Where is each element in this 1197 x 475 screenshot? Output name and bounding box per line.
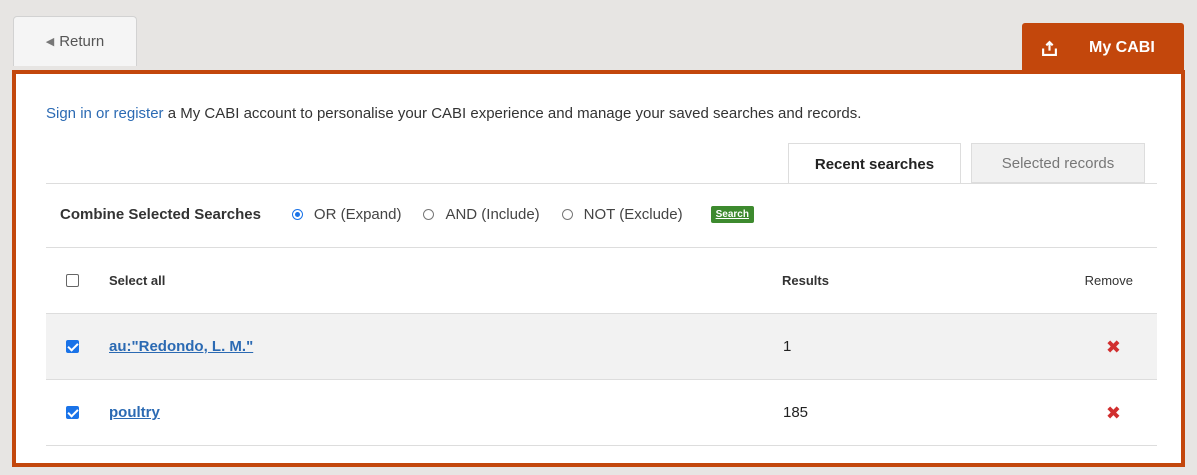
intro-text: Sign in or register a My CABI account to… [46, 105, 861, 122]
combine-search-button[interactable]: Search [710, 205, 754, 223]
radio-label: NOT (Exclude) [583, 205, 683, 223]
tab-selected-records[interactable]: Selected records [971, 143, 1145, 183]
my-cabi-tab[interactable]: My CABI [1022, 23, 1184, 73]
radio-label: OR (Expand) [313, 205, 402, 223]
remove-icon[interactable]: ✖ [1106, 404, 1121, 422]
results-count: 185 [783, 404, 809, 421]
select-all-checkbox[interactable] [66, 274, 79, 287]
return-label: Return [59, 33, 105, 50]
tabs-divider [46, 183, 1157, 184]
results-count: 1 [783, 338, 792, 355]
radio-button-selected[interactable] [291, 208, 303, 220]
table-row: au:"Redondo, L. M." 1 ✖ [46, 313, 1157, 379]
remove-icon[interactable]: ✖ [1106, 338, 1121, 356]
my-cabi-panel: Sign in or register a My CABI account to… [12, 70, 1185, 467]
radio-or-expand[interactable]: OR (Expand) [291, 205, 402, 223]
arrow-left-icon: ◀ [45, 36, 55, 48]
radio-not-exclude[interactable]: NOT (Exclude) [561, 205, 683, 223]
row-checkbox[interactable] [66, 406, 79, 419]
row-checkbox[interactable] [66, 340, 79, 353]
radio-label: AND (Include) [445, 205, 540, 223]
table-header-row: Select all Results Remove [46, 247, 1157, 313]
my-cabi-label: My CABI [1089, 39, 1155, 56]
combine-label: Combine Selected Searches [60, 205, 261, 223]
table-row: poultry 185 ✖ [46, 379, 1157, 445]
combine-searches-row: Combine Selected Searches OR (Expand) AN… [60, 202, 754, 226]
table-bottom-border [46, 445, 1157, 446]
results-header: Results [782, 273, 829, 288]
sign-in-register-link[interactable]: Sign in or register [46, 105, 164, 122]
search-query-link[interactable]: au:"Redondo, L. M." [109, 338, 253, 355]
return-button[interactable]: ◀ Return [13, 16, 137, 66]
export-icon [1042, 40, 1057, 56]
tab-recent-searches[interactable]: Recent searches [788, 143, 961, 184]
intro-message: a My CABI account to personalise your CA… [163, 105, 862, 122]
radio-and-include[interactable]: AND (Include) [423, 205, 540, 223]
select-all-label: Select all [109, 273, 166, 288]
radio-button[interactable] [423, 208, 435, 220]
search-query-link[interactable]: poultry [109, 404, 160, 421]
radio-button[interactable] [561, 208, 573, 220]
remove-header: Remove [1084, 273, 1133, 288]
